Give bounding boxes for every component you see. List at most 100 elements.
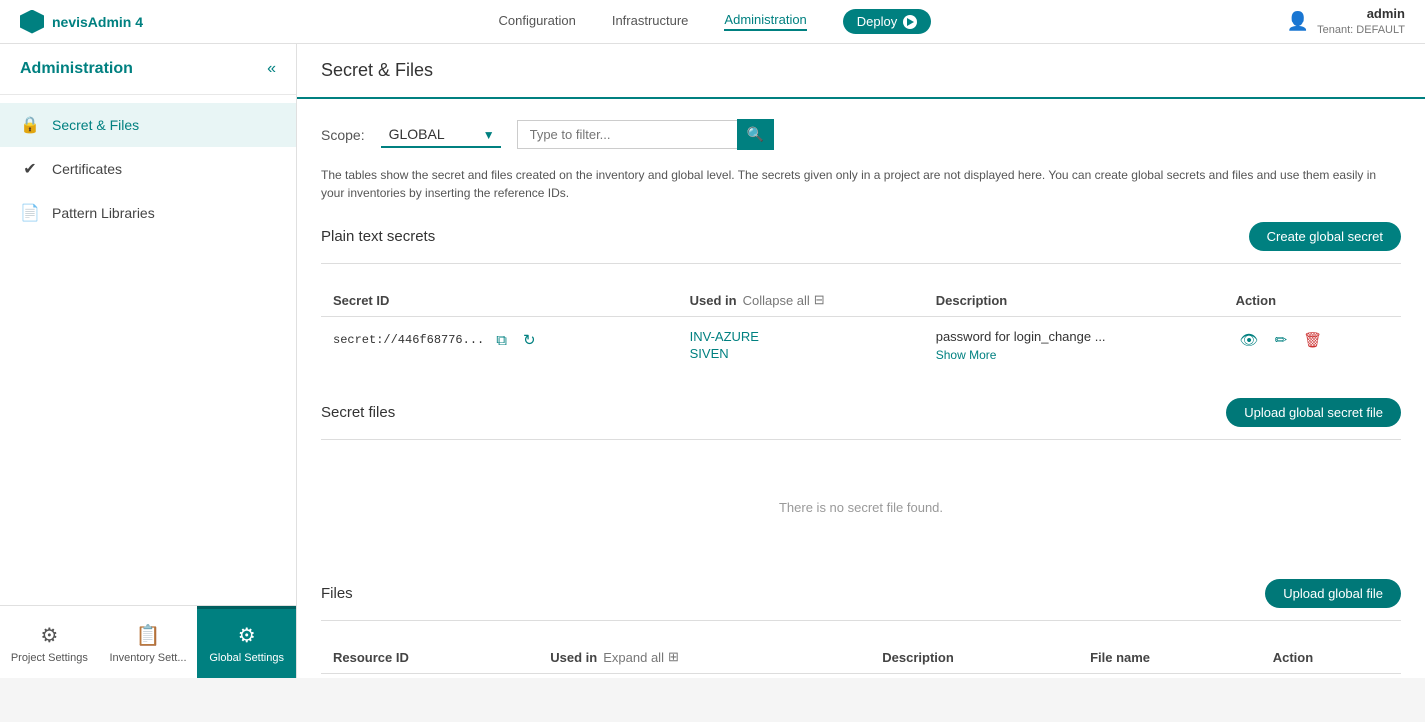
secrets-table-head: Secret ID Used in Collapse all ⊟: [321, 284, 1401, 317]
app-name: nevisAdmin 4: [52, 14, 143, 30]
page-title: Secret & Files: [321, 60, 433, 80]
scope-dropdown[interactable]: GLOBAL PROJECT: [381, 122, 501, 148]
th-files-description: Description: [870, 641, 1078, 674]
files-divider: [321, 620, 1401, 621]
th-used-in: Used in Collapse all ⊟: [678, 284, 924, 317]
play-triangle: [907, 18, 914, 26]
refresh-secret-button[interactable]: ↻: [519, 329, 540, 351]
edit-secret-button[interactable]: ✏: [1271, 329, 1292, 351]
top-nav-center: Configuration Infrastructure Administrat…: [499, 9, 932, 34]
description-cell: password for login_change ... Show More: [924, 317, 1224, 375]
main-content: Secret & Files Scope: GLOBAL PROJECT ▼ 🔍: [297, 44, 1425, 678]
sidebar-nav: 🔒 Secret & Files ✔ Certificates 📄 Patter…: [0, 95, 296, 605]
admin-name: admin: [1367, 6, 1405, 23]
used-in-link-siven[interactable]: SIVEN: [690, 346, 912, 361]
tab-inventory-settings[interactable]: 📋 Inventory Sett...: [99, 606, 198, 678]
tab-global-settings[interactable]: ⚙ Global Settings: [197, 606, 296, 678]
secret-files-header: Secret files Upload global secret file: [321, 398, 1401, 427]
deploy-button[interactable]: Deploy: [843, 9, 931, 34]
sidebar-item-label-patterns: Pattern Libraries: [52, 205, 155, 221]
main-layout: Administration « 🔒 Secret & Files ✔ Cert…: [0, 44, 1425, 678]
plain-text-secrets-title: Plain text secrets: [321, 228, 435, 245]
table-row: secret://446f68776... ⧉ ↻ INV-AZURE SIVE…: [321, 317, 1401, 375]
sidebar-item-label-certs: Certificates: [52, 161, 122, 177]
th-secret-id: Secret ID: [321, 284, 678, 317]
copy-secret-id-button[interactable]: ⧉: [492, 330, 511, 351]
sidebar-bottom-tabs: ⚙ Project Settings 📋 Inventory Sett... ⚙…: [0, 605, 296, 678]
th-file-name: File name: [1078, 641, 1261, 674]
user-icon: 👤: [1287, 11, 1309, 32]
secret-files-title: Secret files: [321, 404, 395, 421]
global-settings-icon: ⚙: [238, 623, 256, 648]
collapse-icon: ⊟: [814, 292, 825, 308]
th-description: Description: [924, 284, 1224, 317]
info-text: The tables show the secret and files cre…: [321, 166, 1401, 202]
project-settings-icon: ⚙: [40, 623, 58, 648]
create-global-secret-button[interactable]: Create global secret: [1249, 222, 1401, 251]
files-table-header-row: Resource ID Used in Expand all ⊞: [321, 641, 1401, 674]
filter-row: 🔍: [517, 119, 774, 150]
scope-label: Scope:: [321, 127, 365, 143]
nav-configuration[interactable]: Configuration: [499, 13, 576, 30]
admin-info: admin Tenant: DEFAULT: [1317, 6, 1405, 37]
certificate-icon: ✔: [20, 159, 40, 179]
sidebar-item-secrets[interactable]: 🔒 Secret & Files: [0, 103, 296, 147]
lock-icon: 🔒: [20, 115, 40, 135]
search-icon: 🔍: [747, 126, 764, 142]
library-icon: 📄: [20, 203, 40, 223]
used-in-cell: INV-AZURE SIVEN: [678, 317, 924, 375]
description-text: password for login_change ...: [936, 329, 1106, 344]
sidebar-item-pattern-libraries[interactable]: 📄 Pattern Libraries: [0, 191, 296, 235]
admin-tenant: Tenant: DEFAULT: [1317, 23, 1405, 37]
files-table: Resource ID Used in Expand all ⊞: [321, 641, 1401, 674]
tab-label-project-settings: Project Settings: [11, 652, 88, 664]
secret-files-divider: [321, 439, 1401, 440]
sidebar-title: Administration: [20, 60, 133, 78]
files-title: Files: [321, 585, 353, 602]
collapse-sidebar-icon[interactable]: «: [267, 60, 276, 78]
content-body: Scope: GLOBAL PROJECT ▼ 🔍 The tables sho…: [297, 99, 1425, 678]
used-in-link-azure[interactable]: INV-AZURE: [690, 329, 912, 344]
collapse-all-link[interactable]: Collapse all ⊟: [743, 292, 825, 308]
action-cell: 👁 ✏ 🗑: [1224, 317, 1401, 375]
secret-files-empty: There is no secret file found.: [321, 460, 1401, 555]
scope-row: Scope: GLOBAL PROJECT ▼ 🔍: [321, 119, 1401, 150]
upload-global-file-button[interactable]: Upload global file: [1265, 579, 1401, 608]
show-more-link[interactable]: Show More: [936, 348, 1212, 362]
tab-label-inventory-settings: Inventory Sett...: [109, 652, 186, 664]
nav-administration[interactable]: Administration: [724, 12, 806, 31]
scope-select-wrapper: GLOBAL PROJECT ▼: [381, 122, 501, 148]
sidebar-item-certificates[interactable]: ✔ Certificates: [0, 147, 296, 191]
filter-input[interactable]: [517, 120, 737, 149]
sidebar-header: Administration «: [0, 44, 296, 95]
filter-search-button[interactable]: 🔍: [737, 119, 774, 150]
plain-text-secrets-header: Plain text secrets Create global secret: [321, 222, 1401, 251]
secret-id-value: secret://446f68776...: [333, 333, 484, 347]
secrets-table: Secret ID Used in Collapse all ⊟: [321, 284, 1401, 374]
secrets-table-header-row: Secret ID Used in Collapse all ⊟: [321, 284, 1401, 317]
view-secret-button[interactable]: 👁: [1236, 329, 1263, 351]
delete-secret-button[interactable]: 🗑: [1299, 329, 1326, 351]
app-logo: nevisAdmin 4: [20, 10, 143, 34]
deploy-play-icon: [903, 15, 917, 29]
expand-all-link[interactable]: Expand all ⊞: [603, 649, 679, 665]
sidebar-item-label-secrets: Secret & Files: [52, 117, 139, 133]
th-resource-id: Resource ID: [321, 641, 538, 674]
content-header: Secret & Files: [297, 44, 1425, 99]
upload-global-secret-file-button[interactable]: Upload global secret file: [1226, 398, 1401, 427]
secrets-table-body: secret://446f68776... ⧉ ↻ INV-AZURE SIVE…: [321, 317, 1401, 375]
top-nav: nevisAdmin 4 Configuration Infrastructur…: [0, 0, 1425, 44]
top-nav-right: 👤 admin Tenant: DEFAULT: [1287, 6, 1405, 37]
sidebar: Administration « 🔒 Secret & Files ✔ Cert…: [0, 44, 297, 678]
inventory-settings-icon: 📋: [136, 623, 161, 648]
files-table-head: Resource ID Used in Expand all ⊞: [321, 641, 1401, 674]
secret-id-cell: secret://446f68776... ⧉ ↻: [321, 317, 678, 375]
th-action: Action: [1224, 284, 1401, 317]
tab-label-global-settings: Global Settings: [209, 652, 284, 664]
nav-infrastructure[interactable]: Infrastructure: [612, 13, 689, 30]
th-files-action: Action: [1261, 641, 1401, 674]
files-header: Files Upload global file: [321, 579, 1401, 608]
th-files-used-in: Used in Expand all ⊞: [538, 641, 870, 674]
logo-icon: [20, 10, 44, 34]
tab-project-settings[interactable]: ⚙ Project Settings: [0, 606, 99, 678]
